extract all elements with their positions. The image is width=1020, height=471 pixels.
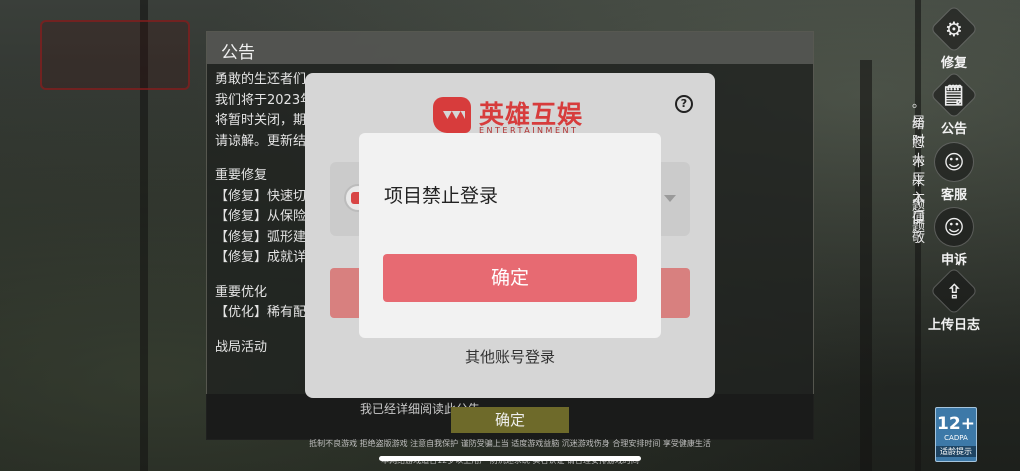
side-customer-service-button[interactable]: ☺ 客服 [924, 142, 984, 203]
help-icon[interactable]: ? [675, 95, 693, 113]
home-indicator[interactable] [379, 456, 641, 461]
side-label: 申诉 [940, 253, 967, 268]
age-rating: 12+ [937, 414, 975, 434]
gear-icon: ⚙ [929, 4, 979, 54]
announcement-confirm-button[interactable]: 确定 [451, 407, 569, 433]
rating-org: CADPA [944, 434, 968, 442]
alert-confirm-button[interactable]: 确定 [383, 254, 637, 302]
chevron-down-icon[interactable] [664, 195, 676, 202]
upload-icon: ⇪ [929, 266, 979, 316]
age-note: 适龄提示 [936, 446, 976, 457]
game-logo [40, 20, 190, 90]
side-repair-button[interactable]: ⚙ 修复 [924, 4, 984, 71]
legal-notice: 抵制不良游戏 拒绝盗版游戏 注意自我保护 谨防受骗上当 适度游戏益脑 沉迷游戏伤… [309, 439, 711, 448]
side-label: 上传日志 [927, 318, 980, 333]
side-announcement-button[interactable]: 🗒 公告 [924, 70, 984, 137]
side-appeal-button[interactable]: ☺ 申诉 [924, 207, 984, 268]
appeal-icon: ☺ [934, 207, 974, 247]
side-label: 客服 [940, 188, 967, 203]
alert-dialog: 项目禁止登录 确定 [359, 133, 661, 338]
announcement-title: 公告 [207, 32, 813, 64]
brand-mark-icon [433, 97, 471, 133]
side-label: 修复 [940, 56, 967, 71]
customer-service-icon: ☺ [934, 142, 974, 182]
alert-message: 项目禁止登录 [384, 185, 499, 207]
announcement-icon: 🗒 [929, 70, 979, 120]
side-upload-log-button[interactable]: ⇪ 上传日志 [924, 266, 984, 333]
side-label: 公告 [940, 122, 967, 137]
other-account-login-link[interactable]: 其他账号登录 [305, 346, 715, 367]
age-rating-badge: 12+ CADPA 适龄提示 [935, 407, 977, 462]
